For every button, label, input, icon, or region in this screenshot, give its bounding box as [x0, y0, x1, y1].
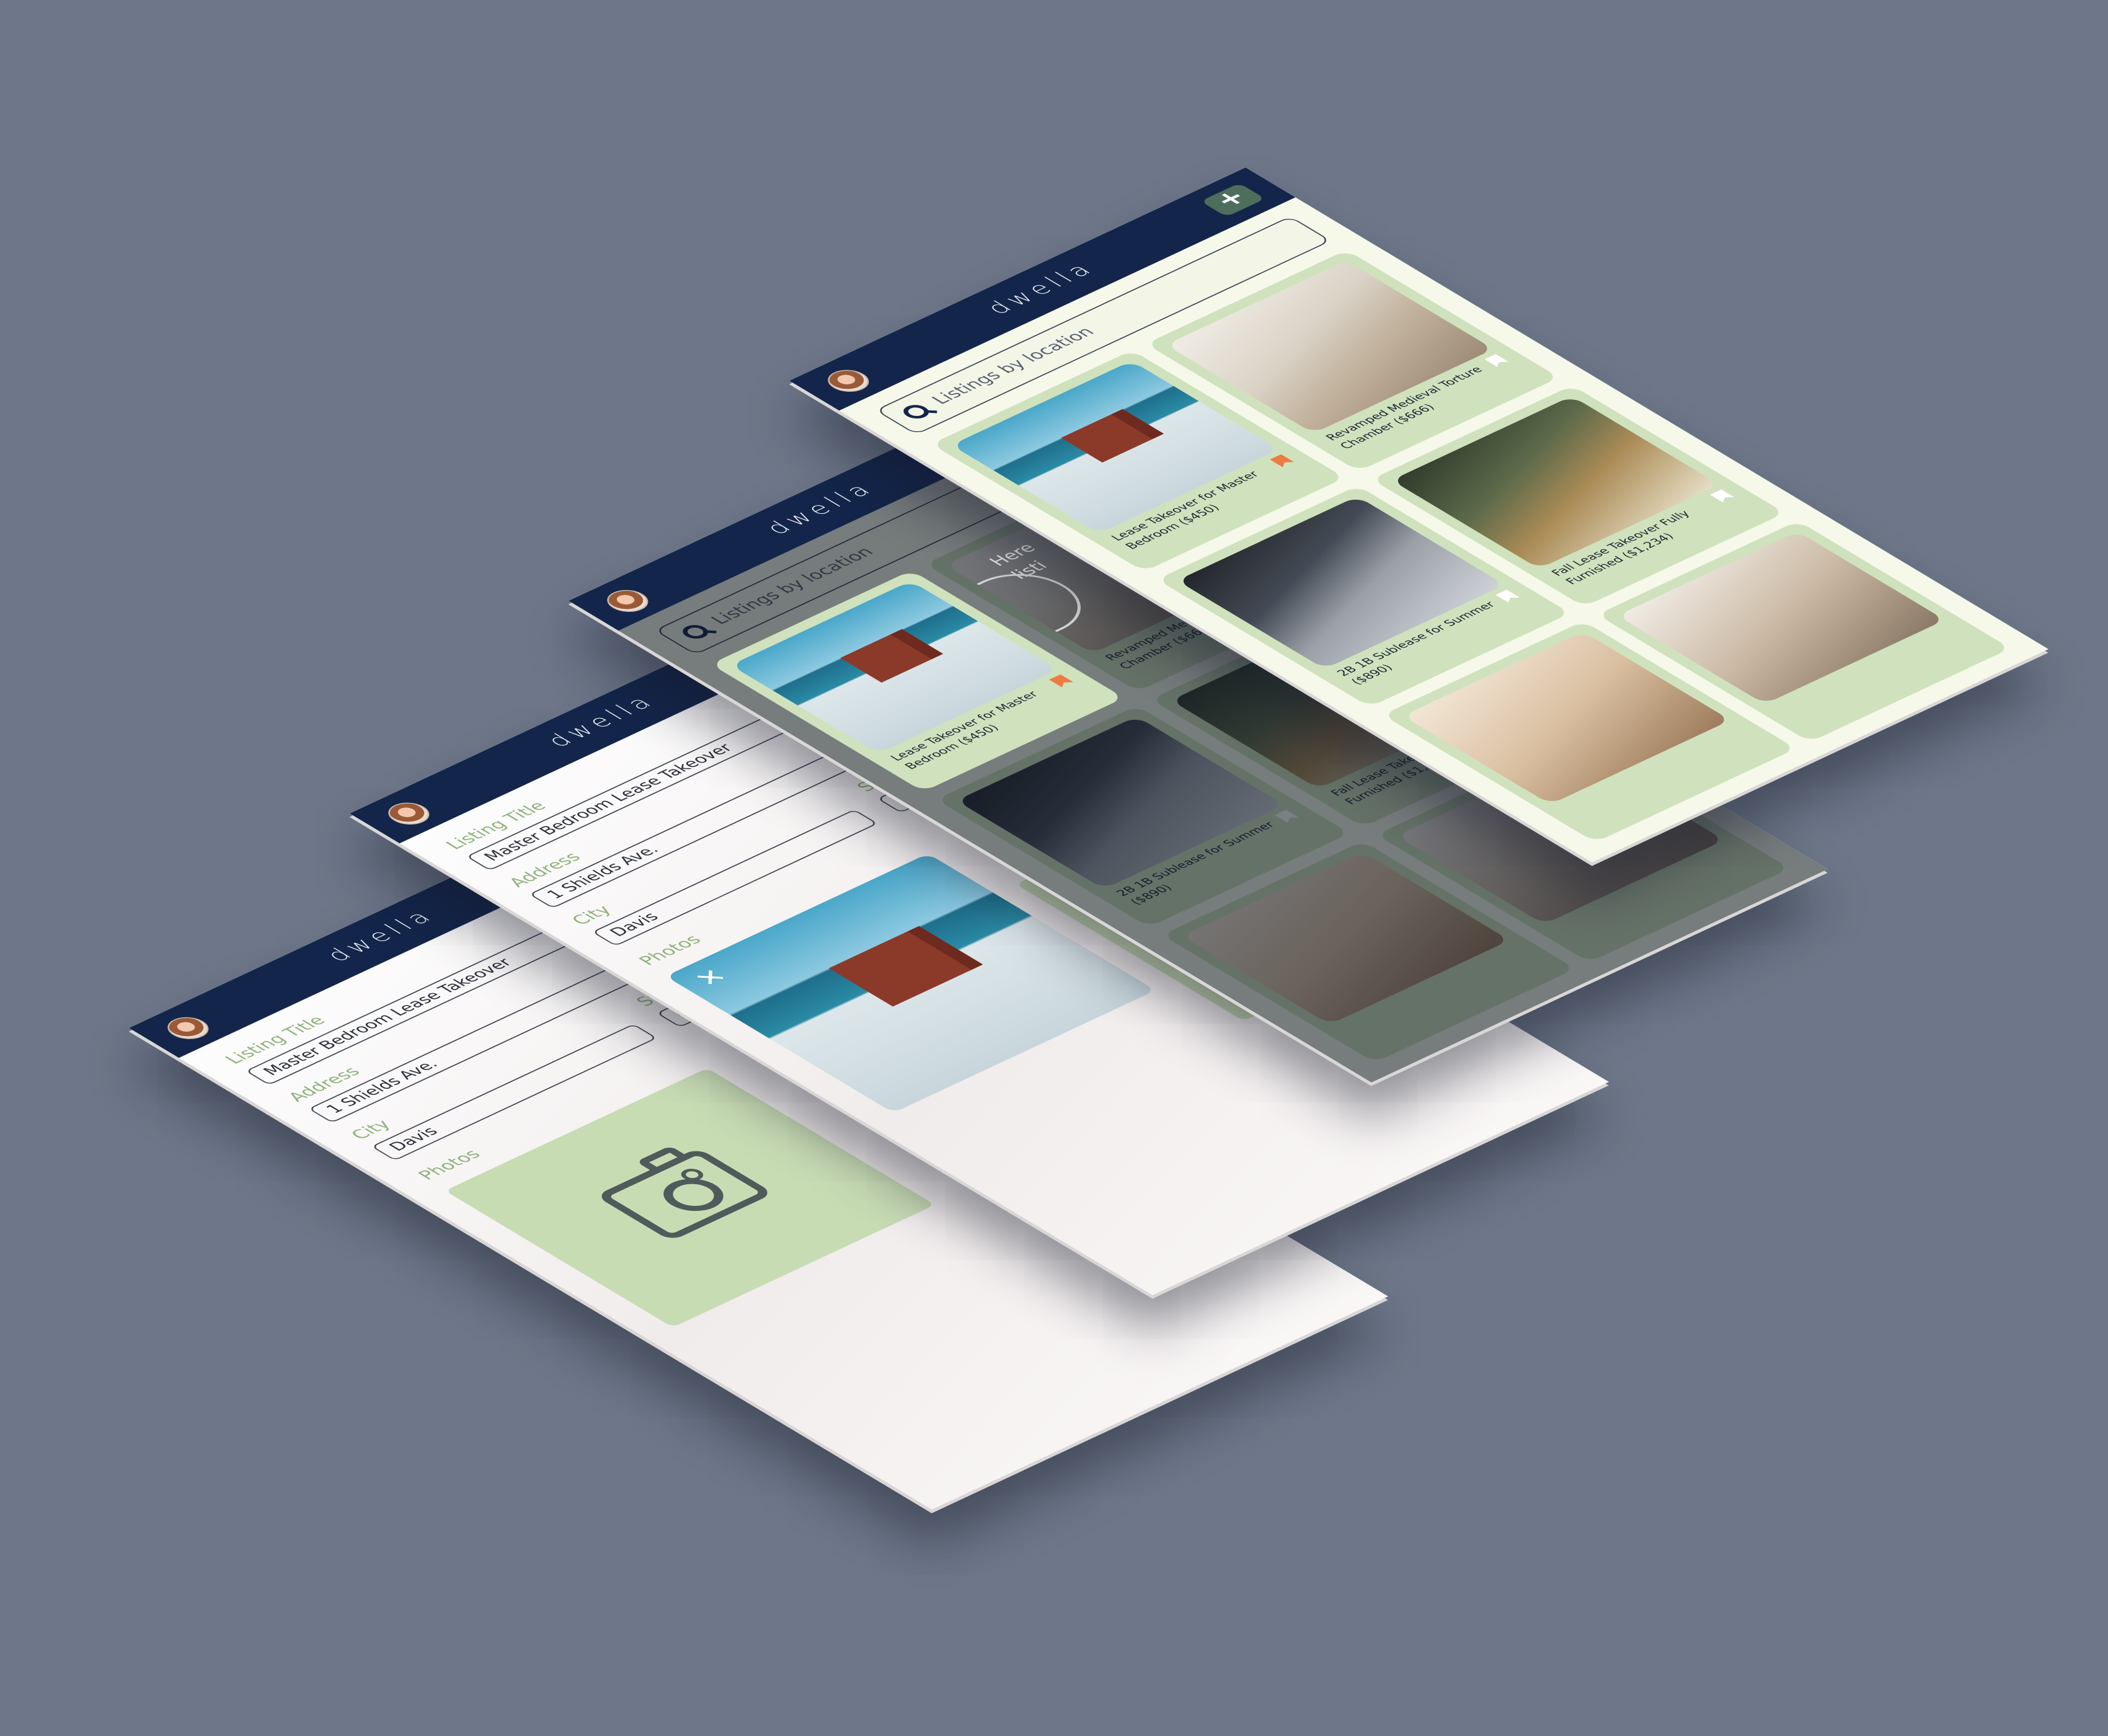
search-icon — [898, 402, 934, 422]
camera-icon — [595, 1148, 774, 1242]
remove-photo-icon[interactable]: ✕ — [688, 965, 737, 991]
